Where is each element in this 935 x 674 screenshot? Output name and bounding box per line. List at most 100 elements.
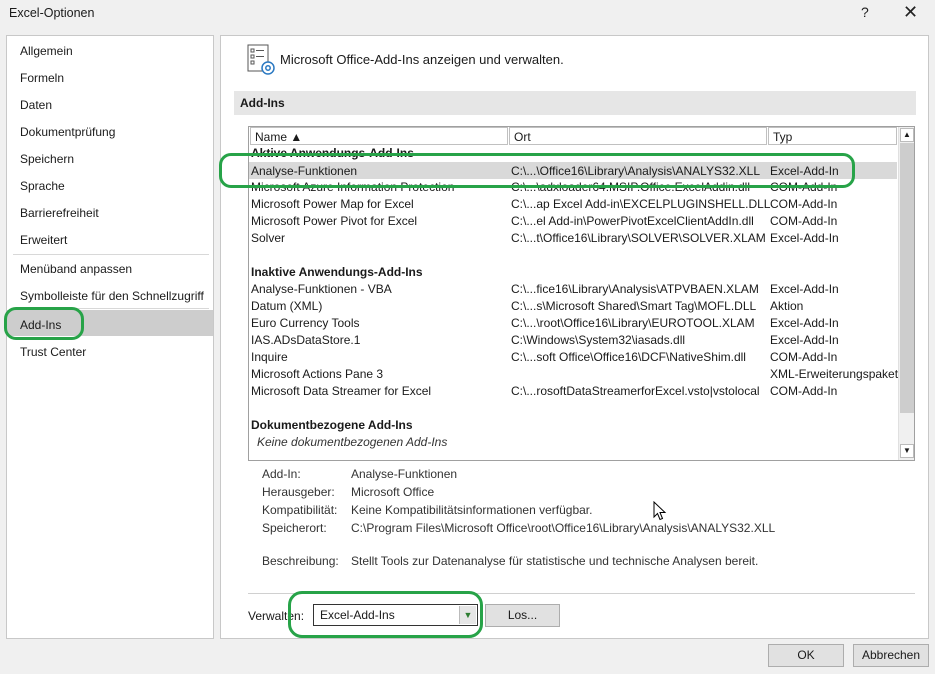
nav-item-daten[interactable]: Daten xyxy=(20,98,52,112)
list-scrollbar[interactable]: ▲ ▼ xyxy=(898,127,914,460)
row-location: C:\...el Add-in\PowerPivotExcelClientAdd… xyxy=(511,214,754,228)
detail-addin-label: Add-In: xyxy=(262,467,301,481)
help-icon[interactable]: ? xyxy=(861,4,869,20)
nav-item-erweitert[interactable]: Erweitert xyxy=(20,233,67,247)
row-type: Excel-Add-In xyxy=(770,316,839,330)
nav-item-trust-center[interactable]: Trust Center xyxy=(20,345,86,359)
row-type: COM-Add-In xyxy=(770,214,838,228)
group-document: Dokumentbezogene Add-Ins xyxy=(251,418,413,432)
detail-location-label: Speicherort: xyxy=(262,521,327,535)
table-row[interactable]: Microsoft Data Streamer for Excel C:\...… xyxy=(249,382,897,399)
table-row[interactable]: Euro Currency Tools C:\...\root\Office16… xyxy=(249,314,897,331)
row-location: C:\...t\Office16\Library\SOLVER\SOLVER.X… xyxy=(511,231,766,245)
table-row[interactable]: Analyse-Funktionen - VBA C:\...fice16\Li… xyxy=(249,280,897,297)
row-type: COM-Add-In xyxy=(770,384,838,398)
nav-item-speichern[interactable]: Speichern xyxy=(20,152,74,166)
detail-location-value: C:\Program Files\Microsoft Office\root\O… xyxy=(351,521,776,535)
row-location: C:\...\Office16\Library\Analysis\ANALYS3… xyxy=(511,164,761,178)
title-bar: Excel-Optionen ? ✕ xyxy=(0,0,935,28)
nav-item-schnellzugriff[interactable]: Symbolleiste für den Schnellzugriff xyxy=(20,289,204,303)
row-name: Solver xyxy=(251,231,286,245)
mouse-cursor-icon xyxy=(653,501,667,521)
table-row[interactable]: IAS.ADsDataStore.1 C:\Windows\System32\i… xyxy=(249,331,897,348)
detail-description-label: Beschreibung: xyxy=(262,554,339,568)
row-name: Analyse-Funktionen - VBA xyxy=(251,282,392,296)
row-location: C:\...s\Microsoft Shared\Smart Tag\MOFL.… xyxy=(511,299,757,313)
close-icon[interactable]: ✕ xyxy=(903,2,918,23)
row-type: Excel-Add-In xyxy=(770,333,839,347)
table-row[interactable]: Microsoft Power Map for Excel C:\...ap E… xyxy=(249,195,897,212)
document-empty-text: Keine dokumentbezogenen Add-Ins xyxy=(257,435,448,449)
manage-dropdown-value: Excel-Add-Ins xyxy=(320,608,395,622)
row-location: C:\...soft Office\Office16\DCF\NativeShi… xyxy=(511,350,746,364)
row-location: C:\...\adxloader64.MSIP.Office.ExcelAddi… xyxy=(511,180,751,194)
addins-panel: Microsoft Office-Add-Ins anzeigen und ve… xyxy=(220,35,929,639)
detail-compat-value: Keine Kompatibilitätsinformationen verfü… xyxy=(351,503,593,517)
ok-button[interactable]: OK xyxy=(768,644,844,667)
nav-item-dokumentpruefung[interactable]: Dokumentprüfung xyxy=(20,125,115,139)
row-name: Analyse-Funktionen xyxy=(251,164,358,178)
table-row[interactable]: Microsoft Azure Information Protection C… xyxy=(249,178,897,195)
table-row-selected[interactable]: Analyse-Funktionen C:\...\Office16\Libra… xyxy=(249,162,897,179)
row-name: Inquire xyxy=(251,350,288,364)
nav-item-allgemein[interactable]: Allgemein xyxy=(20,44,73,58)
table-row[interactable]: Datum (XML) C:\...s\Microsoft Shared\Sma… xyxy=(249,297,897,314)
row-type: Excel-Add-In xyxy=(770,164,839,178)
row-name: Microsoft Azure Information Protection xyxy=(251,180,455,194)
nav-item-barrierefreiheit[interactable]: Barrierefreiheit xyxy=(20,206,99,220)
column-header-location[interactable]: Ort xyxy=(509,127,767,145)
nav-divider xyxy=(13,308,209,309)
column-header-type[interactable]: Typ xyxy=(768,127,897,145)
bottom-divider xyxy=(248,593,915,594)
options-navigation: Allgemein Formeln Daten Dokumentprüfung … xyxy=(6,35,214,639)
manage-dropdown[interactable]: Excel-Add-Ins ▼ xyxy=(313,604,478,626)
table-row[interactable]: Microsoft Actions Pane 3 XML-Erweiterung… xyxy=(249,365,899,382)
row-type: COM-Add-In xyxy=(770,350,838,364)
row-name: Microsoft Data Streamer for Excel xyxy=(251,384,432,398)
scroll-thumb[interactable] xyxy=(900,143,914,413)
detail-publisher-label: Herausgeber: xyxy=(262,485,335,499)
row-name: Microsoft Actions Pane 3 xyxy=(251,367,384,381)
nav-item-formeln[interactable]: Formeln xyxy=(20,71,64,85)
section-title: Add-Ins xyxy=(234,91,916,115)
table-row[interactable]: Microsoft Power Pivot for Excel C:\...el… xyxy=(249,212,897,229)
row-location: C:\Windows\System32\iasads.dll xyxy=(511,333,686,347)
addins-list[interactable]: Name ▲ Ort Typ Aktive Anwendungs-Add-Ins… xyxy=(248,126,915,461)
row-name: Euro Currency Tools xyxy=(251,316,360,330)
manage-label: Verwalten: xyxy=(248,609,305,623)
group-inactive: Inaktive Anwendungs-Add-Ins xyxy=(251,265,423,279)
addins-settings-icon xyxy=(247,44,275,75)
scroll-up-icon[interactable]: ▲ xyxy=(900,128,914,142)
detail-description-value: Stellt Tools zur Datenanalyse für statis… xyxy=(351,554,759,568)
nav-item-add-ins[interactable]: Add-Ins xyxy=(20,318,61,332)
nav-item-menueband[interactable]: Menüband anpassen xyxy=(20,262,132,276)
row-name: Datum (XML) xyxy=(251,299,323,313)
panel-header: Microsoft Office-Add-Ins anzeigen und ve… xyxy=(280,52,564,67)
row-type: Excel-Add-In xyxy=(770,282,839,296)
detail-publisher-value: Microsoft Office xyxy=(351,485,435,499)
row-location: C:\...fice16\Library\Analysis\ATPVBAEN.X… xyxy=(511,282,759,296)
row-type: Aktion xyxy=(770,299,804,313)
nav-item-sprache[interactable]: Sprache xyxy=(20,179,65,193)
row-location: C:\...ap Excel Add-in\EXCELPLUGINSHELL.D… xyxy=(511,197,771,211)
column-header-name[interactable]: Name ▲ xyxy=(250,127,508,145)
row-type: COM-Add-In xyxy=(770,180,838,194)
row-type: COM-Add-In xyxy=(770,197,838,211)
cancel-button[interactable]: Abbrechen xyxy=(853,644,929,667)
nav-divider xyxy=(13,254,209,255)
group-active: Aktive Anwendungs-Add-Ins xyxy=(251,146,414,160)
detail-addin-value: Analyse-Funktionen xyxy=(351,467,458,481)
row-name: Microsoft Power Pivot for Excel xyxy=(251,214,418,228)
row-name: Microsoft Power Map for Excel xyxy=(251,197,414,211)
window-title: Excel-Optionen xyxy=(9,6,95,20)
row-location: C:\...\root\Office16\Library\EUROTOOL.XL… xyxy=(511,316,755,330)
table-row[interactable]: Solver C:\...t\Office16\Library\SOLVER\S… xyxy=(249,229,897,246)
scroll-down-icon[interactable]: ▼ xyxy=(900,444,914,458)
go-button[interactable]: Los... xyxy=(485,604,560,627)
row-type: Excel-Add-In xyxy=(770,231,839,245)
table-row[interactable]: Inquire C:\...soft Office\Office16\DCF\N… xyxy=(249,348,897,365)
row-location: C:\...rosoftDataStreamerforExcel.vsto|vs… xyxy=(511,384,760,398)
dropdown-arrow-icon[interactable]: ▼ xyxy=(459,606,476,624)
detail-compat-label: Kompatibilität: xyxy=(262,503,338,517)
row-type: XML-Erweiterungspaket xyxy=(770,367,899,381)
